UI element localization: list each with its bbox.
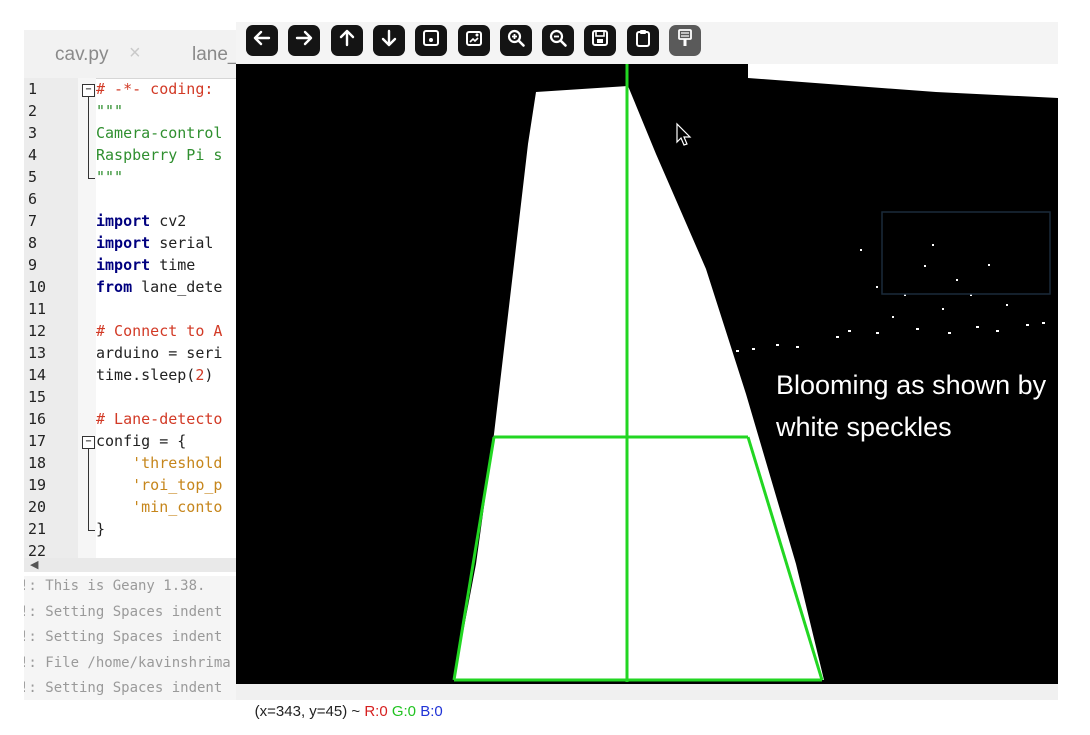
- line-number: 10: [28, 278, 47, 296]
- line-number: 11: [28, 300, 47, 318]
- line-number: 12: [28, 322, 47, 340]
- save-image-button[interactable]: [584, 25, 617, 56]
- code-text: 'threshold: [96, 454, 223, 472]
- blooming-annotation: Blooming as shown by white speckles: [776, 370, 1047, 442]
- fold-end: [88, 530, 95, 531]
- log-message: !: This is Geany 1.38.: [24, 578, 206, 594]
- code-text: from lane_dete: [96, 278, 223, 296]
- pan-left-button[interactable]: [246, 25, 278, 56]
- line-number: 9: [28, 256, 38, 274]
- properties-button[interactable]: [669, 25, 701, 56]
- cursor-coordinates: (x=343, y=45) ~: [254, 703, 365, 720]
- arrow-up-icon: [335, 26, 359, 55]
- fold-guide: [88, 448, 89, 530]
- image-toolbar: [236, 22, 1058, 64]
- zoom-fit-icon: [462, 26, 486, 55]
- line-number: 8: [28, 234, 38, 252]
- code-text: import serial: [96, 234, 214, 252]
- line-number: 3: [28, 124, 38, 142]
- line-number: 5: [28, 168, 38, 186]
- line-number: 2: [28, 102, 38, 120]
- copy-clipboard-button[interactable]: [626, 25, 659, 56]
- line-number: 7: [28, 212, 38, 230]
- image-viewport[interactable]: Blooming as shown by white speckles: [236, 64, 1058, 684]
- arrow-left-icon: [250, 26, 274, 55]
- tab-cav-py[interactable]: cav.py: [55, 44, 109, 66]
- tab-close-icon[interactable]: ×: [129, 42, 141, 65]
- pan-right-button[interactable]: [288, 25, 321, 56]
- line-number: 16: [28, 410, 47, 428]
- zoom-original-icon: [419, 26, 443, 55]
- image-viewer-window: Blooming as shown by white speckles (x=3…: [236, 22, 1058, 720]
- fold-guide: [88, 96, 89, 178]
- line-number: 6: [28, 190, 38, 208]
- pixel-status-bar: (x=343, y=45) ~ R:0 G:0 B:0: [236, 684, 1058, 720]
- clipboard-icon: [631, 26, 655, 55]
- log-message: !: File /home/kavinshrima: [24, 654, 231, 671]
- zoom-fit-button[interactable]: [457, 25, 490, 56]
- code-text: # Lane-detecto: [96, 410, 223, 428]
- code-text: # Connect to A: [96, 322, 223, 340]
- zoom-out-icon: [546, 26, 570, 55]
- code-text: """: [96, 168, 124, 186]
- code-text: arduino = seri: [96, 344, 223, 362]
- line-number: 20: [28, 498, 47, 516]
- tab-lane-detector[interactable]: lane_: [192, 44, 239, 66]
- red-value: R:0: [364, 703, 388, 720]
- log-message: !: Setting Spaces indent: [24, 603, 223, 620]
- code-text: config = {: [96, 432, 187, 450]
- code-text: 'min_conto: [96, 498, 223, 516]
- scroll-left-arrow-icon[interactable]: ◀: [30, 558, 38, 571]
- arrow-down-icon: [377, 26, 401, 55]
- code-text: 'roi_top_p: [96, 476, 223, 494]
- log-message: !: Setting Spaces indent: [24, 629, 223, 645]
- arrow-right-icon: [292, 26, 316, 55]
- properties-icon: [673, 26, 697, 55]
- green-value: G:0: [391, 703, 417, 720]
- code-text: """: [96, 102, 124, 120]
- line-number: 1: [28, 80, 38, 98]
- code-text: }: [96, 520, 106, 538]
- zoom-in-button[interactable]: [499, 25, 532, 56]
- zoom-reset-button[interactable]: [415, 25, 448, 56]
- line-number: 15: [28, 388, 47, 406]
- code-text: Camera-control: [96, 124, 223, 142]
- line-number: 14: [28, 366, 47, 384]
- pan-up-button[interactable]: [330, 25, 363, 56]
- line-number: 17: [28, 432, 47, 450]
- code-text: import cv2: [96, 212, 187, 230]
- save-icon: [588, 26, 612, 55]
- line-number: 4: [28, 146, 38, 164]
- zoom-in-icon: [504, 26, 528, 55]
- log-message: !: Setting Spaces indent: [24, 680, 223, 696]
- code-text: Raspberry Pi s: [96, 146, 223, 164]
- fold-end: [88, 178, 95, 179]
- pan-down-button[interactable]: [372, 25, 405, 56]
- line-number: 18: [28, 454, 47, 472]
- code-text: time.sleep(2): [96, 366, 214, 384]
- line-number: 19: [28, 476, 47, 494]
- line-number: 21: [28, 520, 47, 538]
- code-text: import time: [96, 256, 196, 274]
- code-text: # -*- coding:: [96, 80, 214, 98]
- zoom-out-button[interactable]: [542, 25, 575, 56]
- blue-value: B:0: [420, 703, 443, 720]
- line-number: 13: [28, 344, 47, 362]
